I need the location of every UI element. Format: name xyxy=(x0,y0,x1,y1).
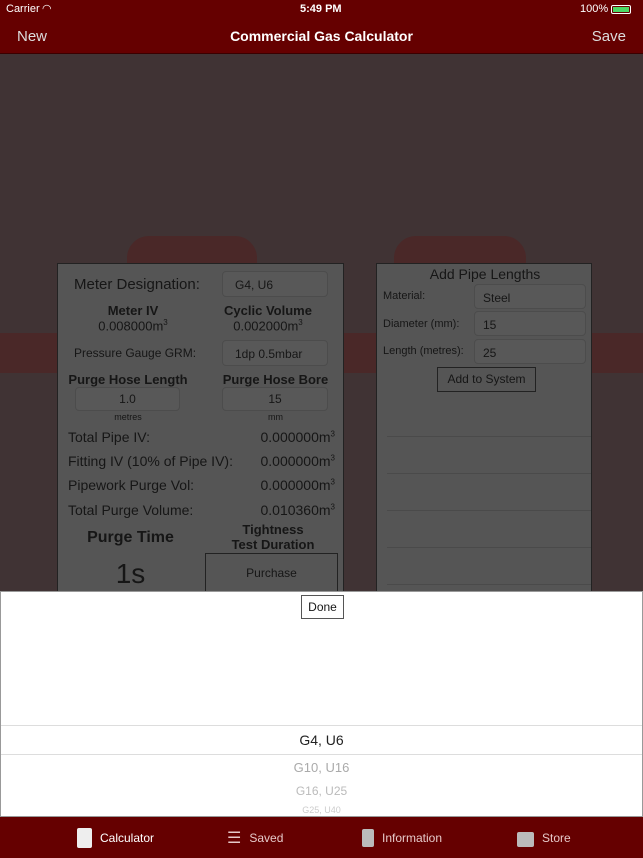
bag-icon xyxy=(517,832,534,847)
status-bar: Carrier ◠ 5:49 PM 100% xyxy=(0,0,643,18)
list-divider xyxy=(387,547,591,548)
fitting-iv-row: Fitting IV (10% of Pipe IV): 0.000000m3 xyxy=(68,453,335,469)
pipework-purge-row: Pipework Purge Vol: 0.000000m3 xyxy=(68,477,335,493)
carrier: Carrier xyxy=(6,3,40,15)
wifi-icon: ◠ xyxy=(42,3,52,15)
meter-designation-label: Meter Designation: xyxy=(74,276,200,293)
purchase-button[interactable]: Purchase xyxy=(205,553,338,595)
picker-option[interactable]: G25, U40 xyxy=(1,805,642,815)
material-field[interactable]: Steel xyxy=(474,284,586,309)
length-label: Length (metres): xyxy=(383,345,464,357)
purge-time-label: Purge Time xyxy=(87,529,174,546)
tightness-label: Tightness Test Duration xyxy=(231,522,315,552)
battery-percent: 100% xyxy=(580,3,609,15)
hose-bore-label: Purge Hose Bore xyxy=(222,372,329,387)
calculator-panel: Meter Designation: G4, U6 Meter IV 0.0080… xyxy=(57,263,344,595)
diameter-field[interactable]: 15 xyxy=(474,311,586,336)
pipe-lengths-panel: Add Pipe Lengths Material: Steel Diamete… xyxy=(376,263,592,593)
meter-iv-label: Meter IV xyxy=(107,303,159,318)
meter-picker[interactable]: Done G4, U6 G10, U16 G16, U25 G25, U40 xyxy=(0,591,643,817)
list-divider xyxy=(387,436,591,437)
material-label: Material: xyxy=(383,290,426,302)
total-purge-row: Total Purge Volume: 0.010360m3 xyxy=(68,502,335,518)
calculator-icon xyxy=(77,827,92,848)
hose-length-field[interactable]: 1.0 xyxy=(75,387,180,411)
list-icon: ☰ xyxy=(227,829,242,847)
hose-length-label: Purge Hose Length xyxy=(68,372,188,387)
cyclic-volume-value: 0.002000m3 xyxy=(233,318,303,334)
list-divider xyxy=(387,473,591,474)
hose-length-unit: metres xyxy=(114,412,142,422)
purge-time-value: 1s xyxy=(115,558,146,589)
diameter-label: Diameter (mm): xyxy=(383,318,460,330)
picker-option[interactable]: G10, U16 xyxy=(1,760,642,775)
nav-bar: New Commercial Gas Calculator Save xyxy=(0,18,643,54)
length-field[interactable]: 25 xyxy=(474,339,586,364)
save-button[interactable]: Save xyxy=(592,28,626,45)
gauge-label: Pressure Gauge GRM: xyxy=(74,346,197,360)
book-icon xyxy=(362,828,374,847)
time: 5:49 PM xyxy=(300,3,342,15)
battery-icon xyxy=(611,5,631,14)
tab-information[interactable]: Information xyxy=(362,817,442,858)
picker-option[interactable]: G16, U25 xyxy=(1,784,642,798)
list-divider xyxy=(387,584,591,585)
cyclic-volume-label: Cyclic Volume xyxy=(224,303,312,318)
meter-designation-field[interactable]: G4, U6 xyxy=(222,271,328,297)
tab-calculator[interactable]: Calculator xyxy=(77,817,154,858)
gauge-field[interactable]: 1dp 0.5mbar xyxy=(222,340,328,366)
tab-store[interactable]: Store xyxy=(517,817,571,858)
hose-bore-field[interactable]: 15 xyxy=(222,387,328,411)
pipe-lengths-title: Add Pipe Lengths xyxy=(429,266,541,282)
tab-bar: Calculator ☰ Saved Information Store xyxy=(0,817,643,858)
list-divider xyxy=(387,510,591,511)
picker-option[interactable]: G4, U6 xyxy=(1,732,642,748)
add-to-system-button[interactable]: Add to System xyxy=(437,367,536,392)
hose-bore-unit: mm xyxy=(268,412,283,422)
done-button[interactable]: Done xyxy=(301,595,344,619)
tab-saved[interactable]: ☰ Saved xyxy=(227,817,283,858)
page-title: Commercial Gas Calculator xyxy=(230,28,413,44)
meter-iv-value: 0.008000m3 xyxy=(98,318,168,334)
total-pipe-iv-row: Total Pipe IV: 0.000000m3 xyxy=(68,429,335,445)
